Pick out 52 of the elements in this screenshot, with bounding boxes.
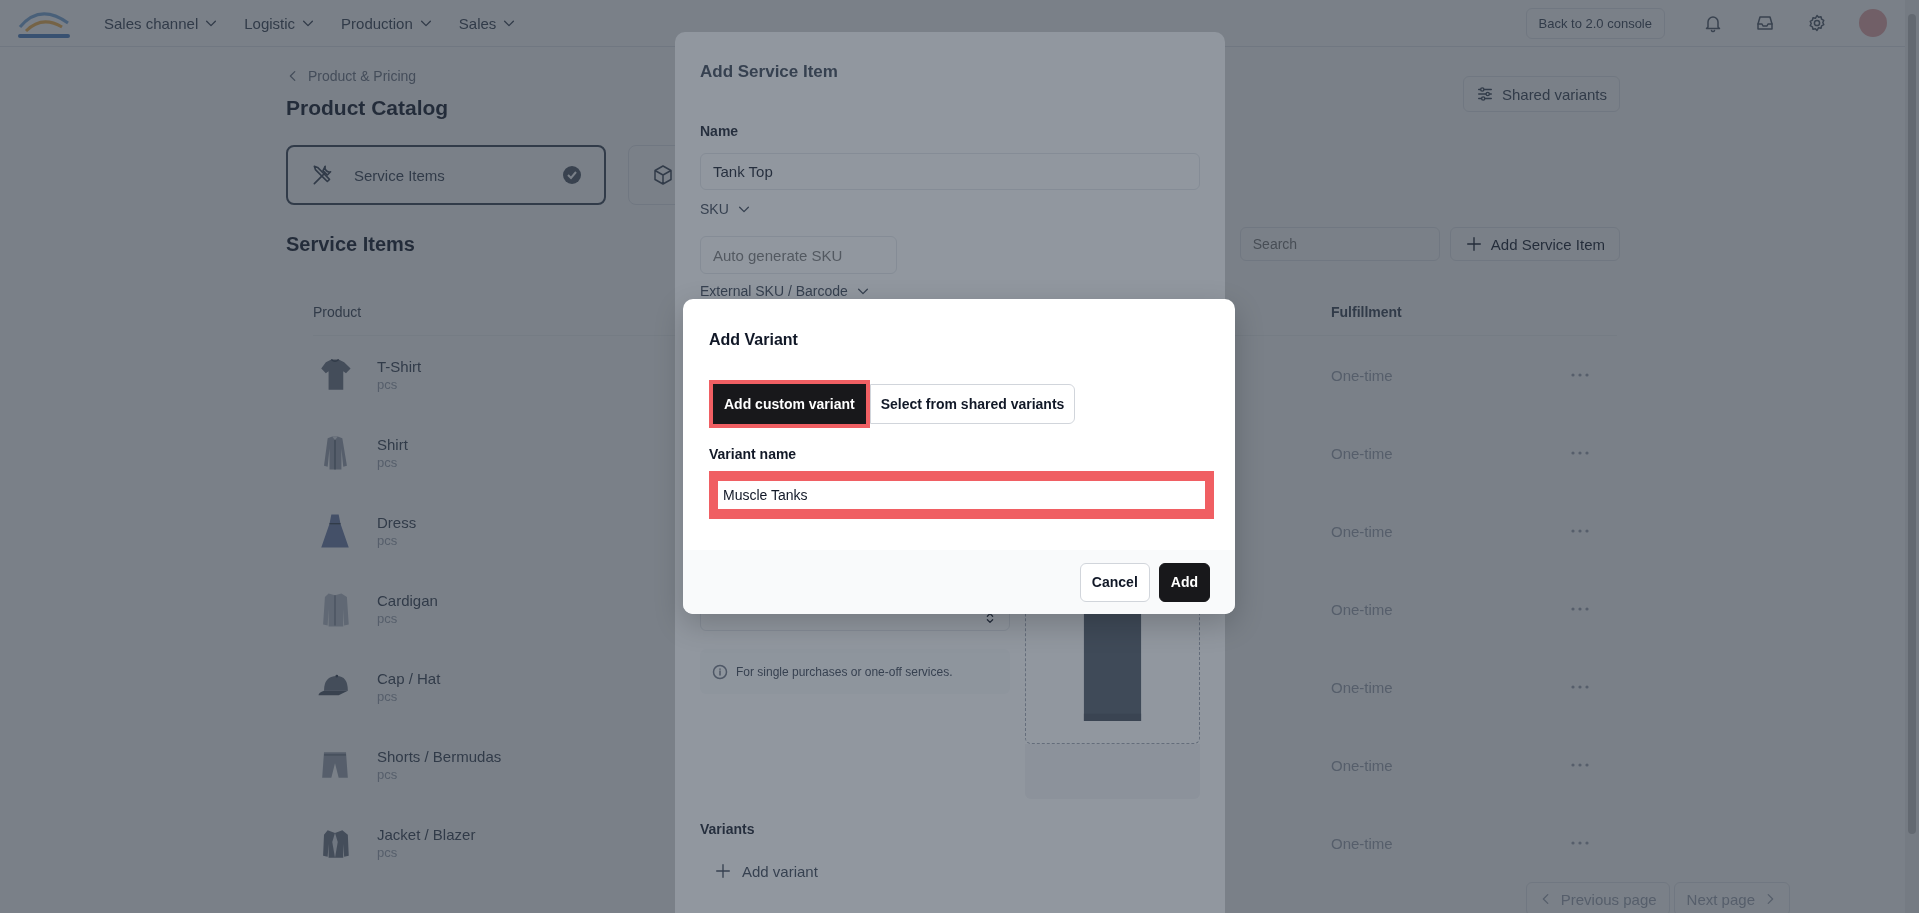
catalog-tab[interactable]: Service Items — [286, 145, 606, 205]
name-field[interactable]: Tank Top — [700, 153, 1200, 190]
product-name: T-Shirt — [377, 358, 422, 375]
avatar[interactable] — [1859, 9, 1887, 37]
plus-icon — [1464, 235, 1483, 253]
info-icon — [712, 663, 728, 680]
settings-icon[interactable] — [1807, 13, 1827, 33]
section-title: Service Items — [286, 232, 415, 257]
more-icon[interactable] — [1570, 606, 1590, 612]
mode-tab[interactable]: Select from shared variants — [869, 384, 1076, 424]
add-service-item-button[interactable]: Add Service Item — [1449, 227, 1620, 261]
nav-menu[interactable]: Sales channel — [104, 14, 219, 32]
column-header: Fulfillment — [1331, 304, 1403, 320]
column-header: Product — [313, 304, 363, 320]
page-title: Product Catalog — [286, 95, 449, 121]
panel-title: Add Service Item — [700, 61, 839, 83]
nav-menu[interactable]: Production — [341, 14, 433, 32]
mode-tab[interactable]: Add custom variant — [713, 384, 866, 424]
more-icon[interactable] — [1570, 762, 1590, 768]
cancel-button[interactable]: Cancel — [1079, 562, 1150, 602]
add-variant-button[interactable]: Add variant — [714, 859, 818, 883]
cube-icon — [651, 163, 675, 187]
nav-menu[interactable]: Logistic — [244, 14, 316, 32]
bell-icon[interactable] — [1703, 13, 1723, 33]
sku-field[interactable]: Auto generate SKU — [700, 236, 897, 274]
inbox-icon[interactable] — [1755, 13, 1775, 33]
product-name: Dress — [377, 514, 417, 531]
check-icon — [562, 165, 582, 185]
field-label: Variant name — [709, 445, 798, 464]
sliders-icon — [1475, 85, 1494, 103]
product-name: Shorts / Bermudas — [377, 748, 502, 765]
section-label: Variants — [700, 820, 756, 839]
sku-toggle[interactable]: SKU — [700, 201, 751, 217]
more-icon[interactable] — [1570, 840, 1590, 846]
dialog-title: Add Variant — [709, 330, 799, 350]
product-name: Cap / Hat — [377, 670, 441, 687]
hint-text: For single purchases or one-off services. — [736, 664, 953, 679]
product-name: Shirt — [377, 436, 408, 453]
console-button[interactable]: Back to 2.0 console — [1525, 7, 1665, 39]
more-icon[interactable] — [1570, 528, 1590, 534]
product-name: Jacket / Blazer — [377, 826, 476, 843]
variant-name-field[interactable]: Muscle Tanks — [718, 481, 1205, 509]
product-name: Cardigan — [377, 592, 438, 609]
nav-menu[interactable]: Sales — [458, 14, 517, 32]
field-label: Name — [700, 122, 740, 141]
more-icon[interactable] — [1570, 684, 1590, 690]
more-icon[interactable] — [1570, 372, 1590, 378]
more-icon[interactable] — [1570, 450, 1590, 456]
shared-variants-button[interactable]: Shared variants — [1462, 76, 1620, 112]
plus-icon — [714, 862, 732, 880]
external-sku-toggle[interactable]: External SKU / Barcode — [700, 283, 870, 299]
add-button[interactable]: Add — [1158, 562, 1210, 602]
